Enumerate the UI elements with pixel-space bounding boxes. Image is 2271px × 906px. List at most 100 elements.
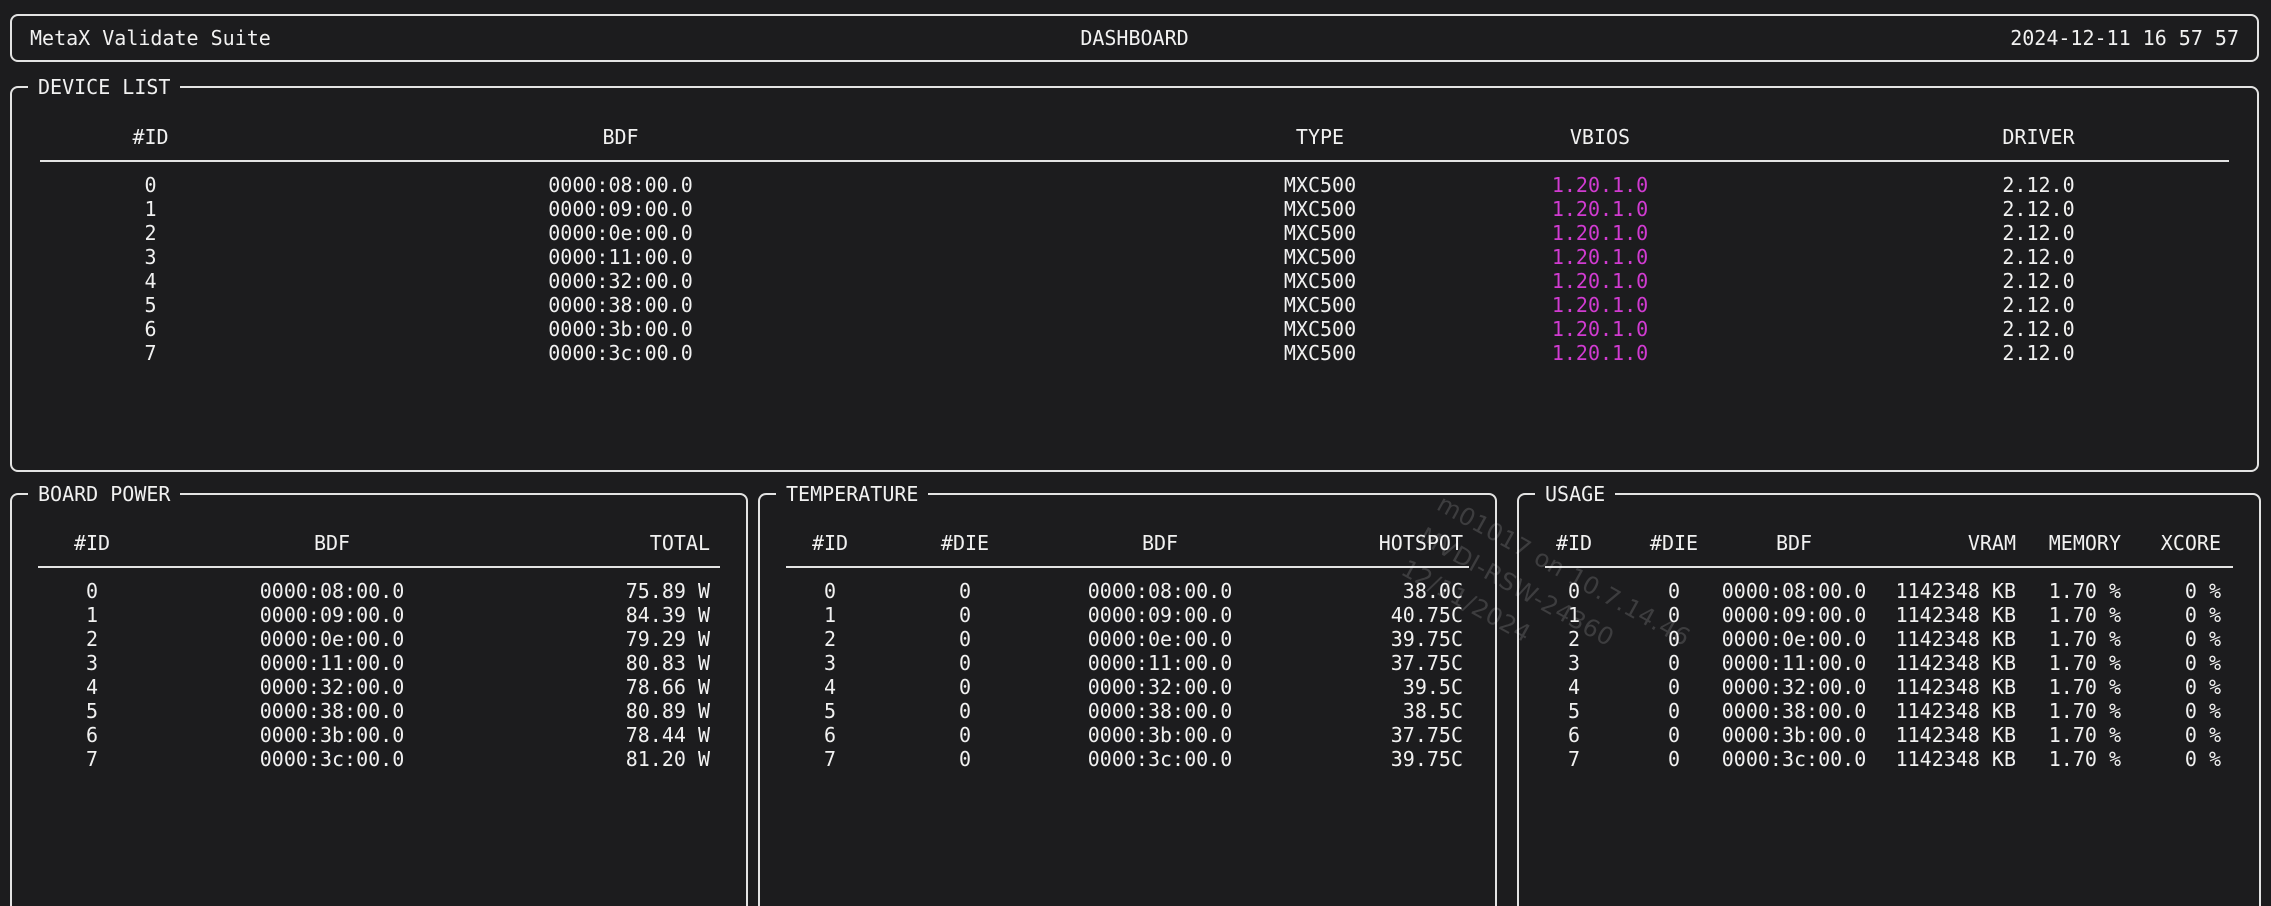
cell: 1142348 KB	[1869, 603, 2024, 627]
cell: 84.39 W	[492, 603, 746, 627]
cell: 0000:09:00.0	[172, 603, 492, 627]
cell: 2	[12, 221, 385, 245]
header-cell: BDF	[385, 125, 970, 149]
cell: 0000:3c:00.0	[385, 341, 970, 365]
cell: 1.70 %	[2024, 675, 2129, 699]
cell: 0000:0e:00.0	[1030, 627, 1290, 651]
header-separator	[40, 160, 2229, 162]
cell: 0	[1629, 747, 1719, 771]
cell: 1142348 KB	[1869, 699, 2024, 723]
header-cell: DRIVER	[1820, 125, 2257, 149]
cell: 1.70 %	[2024, 747, 2129, 771]
cell: 38.0C	[1290, 579, 1495, 603]
header-cell: TYPE	[970, 125, 1460, 149]
cell: 6	[12, 317, 385, 341]
cell: 4	[1519, 675, 1629, 699]
cell: 0 %	[2129, 699, 2259, 723]
cell: 0000:32:00.0	[172, 675, 492, 699]
cell: 2	[760, 627, 900, 651]
table-body: 00000:08:00.075.89 W10000:09:00.084.39 W…	[12, 579, 746, 771]
cell: 7	[1519, 747, 1629, 771]
cell: 1142348 KB	[1869, 651, 2024, 675]
cell: 0000:11:00.0	[1030, 651, 1290, 675]
table-row: 30000:11:00.080.83 W	[12, 651, 746, 675]
table-row: 60000:3b:00.078.44 W	[12, 723, 746, 747]
cell: 0000:0e:00.0	[385, 221, 970, 245]
cell: 0000:3c:00.0	[1719, 747, 1869, 771]
cell: 0000:09:00.0	[385, 197, 970, 221]
table-row: 30000:11:00.0MXC5001.20.1.02.12.0	[12, 245, 2257, 269]
cell: 39.75C	[1290, 747, 1495, 771]
cell: 2.12.0	[1820, 197, 2257, 221]
usage-panel: USAGE #ID#DIEBDFVRAMMEMORYXCORE 000000:0…	[1517, 493, 2261, 906]
cell: 0	[1629, 627, 1719, 651]
table-row: 300000:11:00.01142348 KB1.70 %0 %	[1519, 651, 2259, 675]
header-separator	[786, 566, 1469, 568]
table-body: 000000:08:00.01142348 KB1.70 %0 %100000:…	[1519, 579, 2259, 771]
cell: 0	[1629, 699, 1719, 723]
cell: 0000:32:00.0	[385, 269, 970, 293]
table-row: 50000:38:00.080.89 W	[12, 699, 746, 723]
cell: 0000:38:00.0	[172, 699, 492, 723]
cell: 2.12.0	[1820, 269, 2257, 293]
cell: 1142348 KB	[1869, 627, 2024, 651]
cell: 1.70 %	[2024, 651, 2129, 675]
header-cell: XCORE	[2129, 531, 2259, 555]
header-cell: #ID	[12, 531, 172, 555]
table-row: 10000:09:00.084.39 W	[12, 603, 746, 627]
header-cell: VRAM	[1869, 531, 2024, 555]
cell: 2	[1519, 627, 1629, 651]
panel-title: TEMPERATURE	[776, 482, 928, 506]
cell: 0	[900, 627, 1030, 651]
table-row: 000000:08:00.01142348 KB1.70 %0 %	[1519, 579, 2259, 603]
cell: 2.12.0	[1820, 221, 2257, 245]
cell: 2.12.0	[1820, 245, 2257, 269]
cell: 2	[12, 627, 172, 651]
table-row: 600000:3b:00.01142348 KB1.70 %0 %	[1519, 723, 2259, 747]
cell: 0 %	[2129, 675, 2259, 699]
table-row: 00000:08:00.075.89 W	[12, 579, 746, 603]
table-row: 20000:0e:00.0MXC5001.20.1.02.12.0	[12, 221, 2257, 245]
cell: 0000:08:00.0	[172, 579, 492, 603]
cell: 40.75C	[1290, 603, 1495, 627]
cell: 0000:3b:00.0	[172, 723, 492, 747]
cell: 0	[900, 579, 1030, 603]
table-row: 70000:3c:00.081.20 W	[12, 747, 746, 771]
cell: 1.20.1.0	[1460, 197, 1820, 221]
table-header: #IDBDFTYPEVBIOSDRIVER	[12, 88, 2257, 149]
cell: 1.20.1.0	[1460, 317, 1820, 341]
cell: 39.75C	[1290, 627, 1495, 651]
cell: MXC500	[970, 317, 1460, 341]
table-row: 700000:3c:00.039.75C	[760, 747, 1495, 771]
cell: 0000:08:00.0	[1719, 579, 1869, 603]
cell: 7	[12, 341, 385, 365]
table-row: 500000:38:00.038.5C	[760, 699, 1495, 723]
cell: 0	[1629, 675, 1719, 699]
cell: 0	[12, 173, 385, 197]
cell: 81.20 W	[492, 747, 746, 771]
cell: 80.83 W	[492, 651, 746, 675]
cell: 5	[12, 293, 385, 317]
cell: 6	[12, 723, 172, 747]
cell: 0000:08:00.0	[385, 173, 970, 197]
table-row: 00000:08:00.0MXC5001.20.1.02.12.0	[12, 173, 2257, 197]
cell: 1142348 KB	[1869, 675, 2024, 699]
cell: 0000:09:00.0	[1719, 603, 1869, 627]
cell: 0 %	[2129, 603, 2259, 627]
cell: 0000:3b:00.0	[385, 317, 970, 341]
table-row: 70000:3c:00.0MXC5001.20.1.02.12.0	[12, 341, 2257, 365]
header-cell: TOTAL	[492, 531, 746, 555]
cell: 39.5C	[1290, 675, 1495, 699]
table-row: 100000:09:00.040.75C	[760, 603, 1495, 627]
cell: 2.12.0	[1820, 293, 2257, 317]
cell: 75.89 W	[492, 579, 746, 603]
header-cell: HOTSPOT	[1290, 531, 1495, 555]
header-cell: BDF	[1030, 531, 1290, 555]
table-row: 400000:32:00.039.5C	[760, 675, 1495, 699]
header-cell: BDF	[172, 531, 492, 555]
cell: 1	[12, 603, 172, 627]
table-row: 700000:3c:00.01142348 KB1.70 %0 %	[1519, 747, 2259, 771]
cell: 0000:32:00.0	[1719, 675, 1869, 699]
cell: 0	[900, 723, 1030, 747]
cell: 0000:11:00.0	[172, 651, 492, 675]
